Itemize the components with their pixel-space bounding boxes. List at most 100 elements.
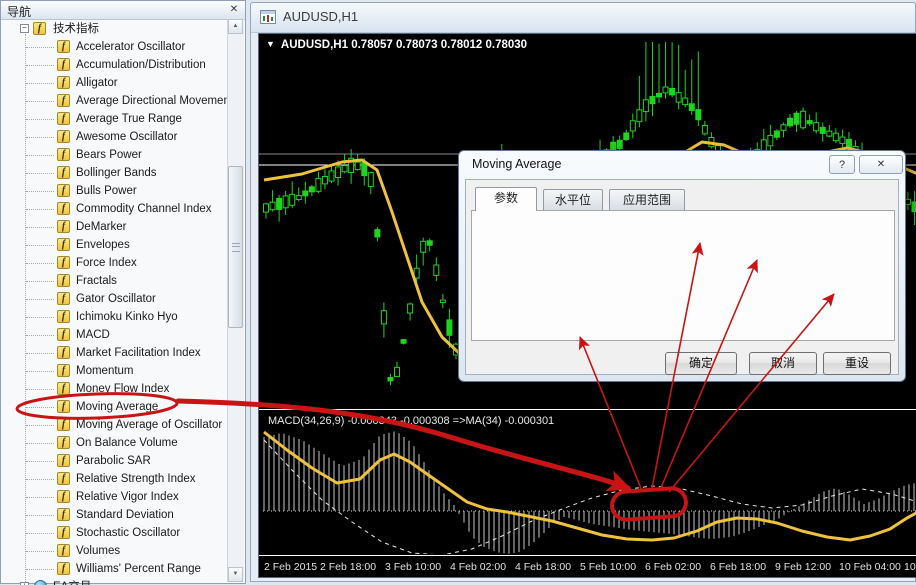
sidebar-item-bollinger-bands[interactable]: f Bollinger Bands: [2, 164, 230, 182]
sidebar-item-stochastic-oscillator[interactable]: f Stochastic Oscillator: [2, 524, 230, 542]
tree-connector: [26, 173, 54, 174]
time-axis-label: 5 Feb 10:00: [580, 561, 637, 573]
time-axis-label: 6 Feb 18:00: [710, 561, 767, 573]
indicator-icon: f: [57, 274, 70, 287]
scrollbar-thumb[interactable]: [228, 166, 243, 328]
moving-average-dialog: Moving Average ? ✕ 参数 水平位 应用范围 时间周期: 34 …: [458, 150, 906, 382]
sidebar-item-force-index[interactable]: f Force Index: [2, 254, 230, 272]
tree-expander-icon[interactable]: −: [20, 24, 29, 33]
chart-window-title: AUDUSD,H1: [283, 9, 359, 24]
tab-visualization[interactable]: 应用范围: [609, 189, 685, 210]
ok-button[interactable]: 确定: [665, 352, 737, 375]
indicator-icon: f: [57, 562, 70, 575]
time-axis-label: 6 Feb 02:00: [645, 561, 702, 573]
time-axis-label: 9 Feb 12:00: [775, 561, 832, 573]
sidebar-item-williams-percent-range[interactable]: f Williams' Percent Range: [2, 560, 230, 578]
tree-connector: [26, 47, 54, 48]
tree-connector: [26, 119, 54, 120]
parameters-tab-page: [471, 210, 895, 341]
sidebar-item-fractals[interactable]: f Fractals: [2, 272, 230, 290]
scroll-up-icon[interactable]: ▲: [228, 19, 243, 34]
sidebar-item-demarker[interactable]: f DeMarker: [2, 218, 230, 236]
navigator-scrollbar[interactable]: ▲ ▼: [227, 19, 244, 582]
sidebar-item-bulls-power[interactable]: f Bulls Power: [2, 182, 230, 200]
sidebar-item-envelopes[interactable]: f Envelopes: [2, 236, 230, 254]
indicator-icon: f: [57, 544, 70, 557]
time-axis-label: 10 F: [904, 561, 916, 573]
close-icon[interactable]: ✕: [226, 2, 242, 17]
sidebar-item-momentum[interactable]: f Momentum: [2, 362, 230, 380]
time-axis-label: 2 Feb 2015: [264, 561, 318, 573]
navigator-titlebar[interactable]: 导航 ✕: [1, 1, 245, 20]
indicator-icon: f: [57, 76, 70, 89]
indicator-icon: f: [57, 58, 70, 71]
sidebar-item-standard-deviation[interactable]: f Standard Deviation: [2, 506, 230, 524]
indicator-tree: − f 技术指标 f Accelerator Oscillator f Accumulati…: [2, 19, 230, 585]
reset-button[interactable]: 重设: [823, 352, 891, 375]
indicator-icon: f: [57, 292, 70, 305]
tree-connector: [26, 263, 54, 264]
sidebar-item-root[interactable]: − f 技术指标: [2, 20, 230, 38]
help-button[interactable]: ?: [829, 155, 855, 174]
tree-connector: [26, 515, 54, 516]
navigator-panel: 导航 ✕ − f 技术指标 f Accelerator Oscillator f Accum…: [0, 0, 246, 585]
sidebar-item-commodity-channel-index[interactable]: f Commodity Channel Index: [2, 200, 230, 218]
indicator-icon: f: [57, 40, 70, 53]
sidebar-item-relative-strength-index[interactable]: f Relative Strength Index: [2, 470, 230, 488]
sidebar-item-alligator[interactable]: f Alligator: [2, 74, 230, 92]
tree-connector: [26, 425, 54, 426]
sidebar-item-parabolic-sar[interactable]: f Parabolic SAR: [2, 452, 230, 470]
sidebar-item-bears-power[interactable]: f Bears Power: [2, 146, 230, 164]
sidebar-item-accumulation-distribution[interactable]: f Accumulation/Distribution: [2, 56, 230, 74]
sidebar-item-volumes[interactable]: f Volumes: [2, 542, 230, 560]
tree-connector: [26, 461, 54, 462]
sidebar-item-accelerator-oscillator[interactable]: f Accelerator Oscillator: [2, 38, 230, 56]
chart-icon: [260, 10, 276, 24]
sidebar-item-average-directional-movemen[interactable]: f Average Directional Movemen: [2, 92, 230, 110]
sidebar-item-moving-average-of-oscillator[interactable]: f Moving Average of Oscillator: [2, 416, 230, 434]
sidebar-item-average-true-range[interactable]: f Average True Range: [2, 110, 230, 128]
indicator-icon: f: [57, 436, 70, 449]
sidebar-item-gator-oscillator[interactable]: f Gator Oscillator: [2, 290, 230, 308]
tab-parameters[interactable]: 参数: [475, 187, 537, 211]
indicator-icon: f: [57, 346, 70, 359]
indicator-icon: f: [57, 310, 70, 323]
sidebar-item-money-flow-index[interactable]: f Money Flow Index: [2, 380, 230, 398]
time-axis: 2 Feb 2015 2 Feb 18:00 3 Feb 10:00 4 Feb 02…: [259, 558, 916, 579]
quote-text: AUDUSD,H1 0.78057 0.78073 0.78012 0.7803…: [280, 39, 528, 51]
cancel-button[interactable]: 取消: [749, 352, 817, 375]
tree-connector: [26, 497, 54, 498]
tree-root-label[interactable]: 技术指标: [53, 20, 99, 38]
tab-levels[interactable]: 水平位: [543, 189, 603, 210]
chart-collapse-icon[interactable]: ▼: [266, 39, 275, 49]
tree-connector: [26, 371, 54, 372]
sidebar-item-ichimoku-kinko-hyo[interactable]: f Ichimoku Kinko Hyo: [2, 308, 230, 326]
indicator-icon: f: [57, 256, 70, 269]
sidebar-item-moving-average[interactable]: f Moving Average: [2, 398, 230, 416]
time-axis-label: 3 Feb 10:00: [385, 561, 442, 573]
indicator-icon: f: [57, 454, 70, 467]
dialog-titlebar[interactable]: Moving Average ? ✕: [459, 151, 905, 179]
sidebar-item-on-balance-volume[interactable]: f On Balance Volume: [2, 434, 230, 452]
indicator-icon: f: [57, 238, 70, 251]
sidebar-item-relative-vigor-index[interactable]: f Relative Vigor Index: [2, 488, 230, 506]
scroll-down-icon[interactable]: ▼: [228, 567, 243, 582]
expert-advisors-icon: [34, 580, 47, 585]
indicator-icon: f: [57, 112, 70, 125]
tree-connector: [26, 137, 54, 138]
dialog-close-button[interactable]: ✕: [859, 155, 903, 174]
indicator-icon: f: [57, 382, 70, 395]
tree-connector: [26, 569, 54, 570]
sidebar-item-market-facilitation-index[interactable]: f Market Facilitation Index: [2, 344, 230, 362]
indicator-icon: f: [57, 220, 70, 233]
tree-connector: [26, 209, 54, 210]
sidebar-item-macd[interactable]: f MACD: [2, 326, 230, 344]
tree-connector: [26, 65, 54, 66]
indicator-icon: f: [33, 22, 46, 35]
sidebar-item-awesome-oscillator[interactable]: f Awesome Oscillator: [2, 128, 230, 146]
indicator-icon: f: [57, 148, 70, 161]
time-axis-label: 10 Feb 04:00: [839, 561, 901, 573]
time-axis-label: 2 Feb 18:00: [320, 561, 377, 573]
tree-connector: [26, 245, 54, 246]
chart-window-titlebar[interactable]: AUDUSD,H1: [251, 3, 915, 33]
